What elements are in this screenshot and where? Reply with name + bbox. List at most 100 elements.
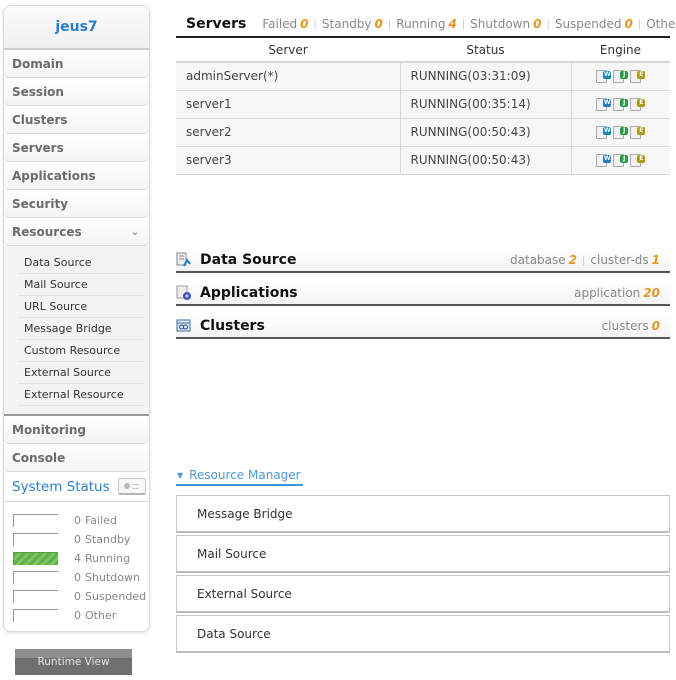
resource-manager-toggle[interactable]: ▼ Resource Manager bbox=[176, 466, 303, 486]
table-row: adminServer(*) RUNNING(03:31:09) W J E bbox=[176, 62, 670, 91]
server-name[interactable]: server1 bbox=[176, 90, 401, 119]
status-bar bbox=[13, 533, 58, 546]
table-row: server2 RUNNING(00:50:43) W J E bbox=[176, 118, 670, 147]
table-row: server1 RUNNING(00:35:14) W J E bbox=[176, 90, 670, 119]
ejb-engine-icon[interactable]: E bbox=[630, 97, 646, 112]
nav-card: jeus7 Domain Session Clusters Servers Ap… bbox=[3, 5, 150, 632]
status-row-failed: 0 Failed bbox=[13, 511, 149, 530]
jms-engine-icon[interactable]: J bbox=[613, 69, 629, 84]
count-label: Failed bbox=[262, 17, 298, 31]
resource-manager-item-external-source[interactable]: External Source bbox=[176, 575, 670, 613]
section-counts: clusters 0 bbox=[602, 319, 660, 333]
submenu-item-custom-resource[interactable]: Custom Resource bbox=[18, 340, 144, 362]
submenu-item-message-bridge[interactable]: Message Bridge bbox=[18, 318, 144, 340]
sidebar-item-console[interactable]: Console bbox=[4, 444, 149, 472]
status-bar bbox=[13, 514, 58, 527]
count-value: 0 bbox=[300, 17, 309, 31]
status-count: 4 bbox=[74, 552, 81, 565]
section-title: Data Source bbox=[200, 252, 297, 268]
resource-manager-item-mail-source[interactable]: Mail Source bbox=[176, 535, 670, 573]
sidebar-item-resources[interactable]: Resources ⌄ bbox=[4, 218, 149, 246]
sidebar-item-domain[interactable]: Domain bbox=[4, 50, 149, 78]
server-status: RUNNING(00:50:43) bbox=[400, 118, 572, 147]
applications-section-header[interactable]: Applications application 20 bbox=[176, 282, 670, 306]
system-status-title: System Status bbox=[12, 478, 110, 495]
sidebar-item-security[interactable]: Security bbox=[4, 190, 149, 218]
status-count: 0 bbox=[74, 609, 81, 622]
web-engine-icon[interactable]: W bbox=[596, 153, 612, 168]
count-label: clusters bbox=[601, 319, 649, 333]
runtime-view-button[interactable]: Runtime View bbox=[15, 649, 132, 675]
status-bar bbox=[13, 571, 58, 584]
count-value: 0 bbox=[624, 17, 633, 31]
ejb-engine-icon[interactable]: E bbox=[630, 69, 646, 84]
submenu-item-mail-source[interactable]: Mail Source bbox=[18, 274, 144, 296]
ejb-engine-icon[interactable]: E bbox=[630, 125, 646, 140]
servers-title[interactable]: Servers bbox=[186, 16, 246, 32]
chart-toggle-icon[interactable] bbox=[117, 478, 146, 495]
status-label: Failed bbox=[85, 514, 117, 527]
servers-header: Servers Failed 0 | Standby 0 | Running 4 | Shu… bbox=[176, 12, 676, 38]
count-value: 2 bbox=[568, 253, 578, 267]
clusters-section-header[interactable]: Clusters clusters 0 bbox=[176, 315, 670, 339]
sidebar-item-servers[interactable]: Servers bbox=[4, 134, 149, 162]
web-engine-icon[interactable]: W bbox=[596, 69, 612, 84]
status-row-suspended: 0 Suspended bbox=[13, 587, 149, 606]
count-value: 0 bbox=[533, 17, 542, 31]
web-engine-icon[interactable]: W bbox=[596, 125, 612, 140]
resource-manager-item-message-bridge[interactable]: Message Bridge bbox=[176, 495, 670, 533]
server-status: RUNNING(00:50:43) bbox=[400, 146, 572, 175]
server-name[interactable]: adminServer(*) bbox=[176, 62, 401, 91]
domain-title[interactable]: jeus7 bbox=[4, 6, 149, 50]
servers-table: Server Status Engine adminServer(*) RUNNI… bbox=[176, 38, 670, 175]
section-title: Clusters bbox=[200, 318, 265, 334]
status-bar bbox=[13, 609, 58, 622]
count-value: 20 bbox=[643, 286, 660, 300]
count-label: Standby bbox=[321, 17, 372, 31]
chevron-down-icon[interactable]: ⌄ bbox=[131, 227, 139, 238]
datasource-icon bbox=[176, 252, 191, 267]
resource-manager-item-data-source[interactable]: Data Source bbox=[176, 615, 670, 653]
submenu-item-external-source[interactable]: External Source bbox=[18, 362, 144, 384]
submenu-item-url-source[interactable]: URL Source bbox=[18, 296, 144, 318]
servers-panel: Servers Failed 0 | Standby 0 | Running 4 | Shu… bbox=[176, 12, 676, 175]
submenu-item-data-source[interactable]: Data Source bbox=[18, 252, 144, 274]
web-engine-icon[interactable]: W bbox=[596, 97, 612, 112]
jms-engine-icon[interactable]: J bbox=[613, 153, 629, 168]
status-label: Suspended bbox=[85, 590, 147, 603]
sidebar-item-clusters[interactable]: Clusters bbox=[4, 106, 149, 134]
servers-counts: Failed 0 | Standby 0 | Running 4 | Shutdown 0 | … bbox=[262, 17, 676, 31]
count-label: database bbox=[510, 253, 566, 267]
section-title: Applications bbox=[200, 285, 298, 301]
status-row-standby: 0 Standby bbox=[13, 530, 149, 549]
engine-cell: WJE bbox=[571, 146, 670, 175]
jms-engine-icon[interactable]: J bbox=[613, 125, 629, 140]
submenu-item-external-resource[interactable]: External Resource bbox=[18, 384, 144, 406]
jms-engine-icon[interactable]: J bbox=[613, 97, 629, 112]
column-header-server: Server bbox=[176, 38, 400, 63]
datasource-section-header[interactable]: Data Source database 2 | cluster-ds 1 bbox=[176, 249, 670, 273]
applications-icon bbox=[176, 285, 191, 300]
sidebar-item-applications[interactable]: Applications bbox=[4, 162, 149, 190]
section-counts: database 2 | cluster-ds 1 bbox=[510, 253, 660, 267]
server-name[interactable]: server2 bbox=[176, 118, 401, 147]
ejb-engine-icon[interactable]: E bbox=[630, 153, 646, 168]
count-value: 0 bbox=[651, 319, 660, 333]
engine-cell: WJE bbox=[571, 62, 670, 91]
column-header-status: Status bbox=[400, 38, 571, 63]
status-row-shutdown: 0 Shutdown bbox=[13, 568, 149, 587]
table-row: server3 RUNNING(00:50:43) W J E bbox=[176, 146, 670, 175]
count-value: 1 bbox=[651, 253, 660, 267]
status-count: 0 bbox=[74, 514, 81, 527]
count-label: Other bbox=[646, 17, 676, 31]
status-row-running: 4 Running bbox=[13, 549, 149, 568]
engine-cell: WJE bbox=[571, 90, 670, 119]
system-status-list: 0 Failed 0 Standby 4 Running 0 Shutdown … bbox=[4, 502, 149, 631]
status-count: 0 bbox=[74, 590, 81, 603]
sidebar-item-session[interactable]: Session bbox=[4, 78, 149, 106]
count-label: Running bbox=[396, 17, 446, 31]
server-status: RUNNING(03:31:09) bbox=[400, 62, 572, 91]
server-name[interactable]: server3 bbox=[176, 146, 401, 175]
sidebar-item-monitoring[interactable]: Monitoring bbox=[4, 416, 149, 444]
count-label: Suspended bbox=[554, 17, 622, 31]
